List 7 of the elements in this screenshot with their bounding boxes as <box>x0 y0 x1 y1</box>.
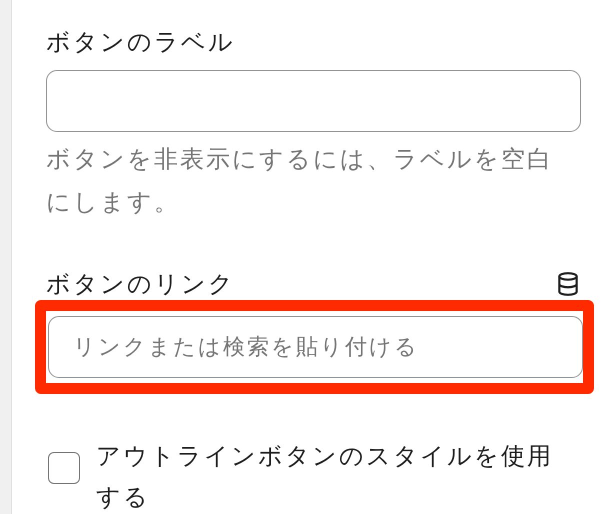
help-text: ボタンを非表示にするには、ラベルを空白にします。 <box>46 144 554 218</box>
checkbox[interactable] <box>48 452 80 484</box>
text-field[interactable]: リンクまたは検索を貼り付ける <box>48 316 583 378</box>
text-field[interactable] <box>46 70 581 132</box>
field-label: ボタンのラベル <box>46 27 236 58</box>
field-label: ボタンのリンク <box>46 269 235 300</box>
checkbox-label: アウトラインボタンのスタイルを使用する <box>96 441 554 513</box>
